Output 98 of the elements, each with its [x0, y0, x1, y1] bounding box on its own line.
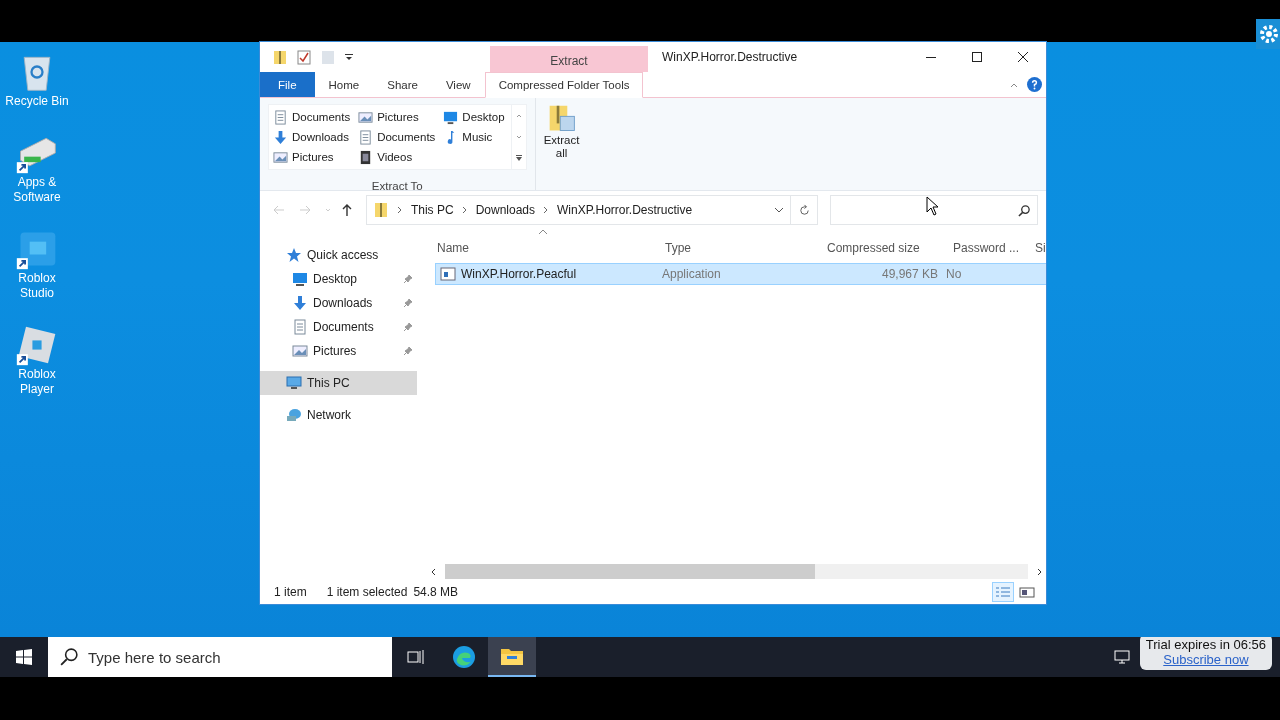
application-icon [440, 267, 456, 281]
scroll-left-icon[interactable] [430, 567, 438, 576]
column-header[interactable]: Compressed size [825, 241, 951, 255]
network-icon[interactable] [1113, 649, 1132, 665]
breadcrumb[interactable]: Downloads [475, 203, 535, 217]
dropdown-icon[interactable] [774, 206, 785, 214]
windows-icon [16, 649, 32, 665]
maximize-icon [971, 51, 983, 63]
pin-icon[interactable] [403, 346, 413, 356]
trial-text: Trial expires in 06:56 [1145, 637, 1266, 652]
desktop-icon-label[interactable]: Roblox Player [2, 367, 72, 397]
ribbon-tab[interactable]: Compressed Folder Tools [484, 72, 644, 98]
desktop-icon-label[interactable]: Apps & Software [2, 175, 72, 205]
pictures-icon [358, 109, 374, 125]
desktop-icon-label[interactable]: Roblox Studio [2, 271, 72, 301]
table-cell-text: No [946, 267, 963, 281]
window-title: WinXP.Horror.Destructive [661, 49, 799, 66]
status-size: 54.8 MB [413, 585, 459, 599]
details-view-icon [995, 586, 1011, 598]
browser-icon [452, 645, 476, 669]
documents-icon [273, 109, 288, 125]
status-item-count: 1 item [274, 585, 307, 599]
extract-destination[interactable]: Music [443, 127, 507, 147]
ribbon-tab[interactable]: View [431, 72, 485, 97]
documents-icon [358, 129, 374, 145]
mouse-cursor-icon [926, 196, 938, 216]
nav-item[interactable]: Network [260, 403, 417, 427]
desktop-icon [292, 271, 308, 287]
refresh-button[interactable] [790, 195, 819, 225]
ribbon-tab[interactable]: File [260, 72, 315, 97]
nav-item[interactable]: Pictures [260, 339, 417, 363]
extract-destination[interactable]: Documents [358, 127, 438, 147]
help-icon[interactable] [1027, 77, 1042, 92]
pin-icon[interactable] [403, 274, 413, 284]
chevron-icon[interactable] [461, 206, 468, 214]
column-header[interactable]: Name [435, 241, 663, 255]
extract-destination[interactable]: Documents [273, 107, 353, 127]
task-view-icon [407, 649, 425, 665]
file-explorer-button[interactable] [488, 637, 536, 677]
gallery-expand-icon[interactable] [514, 154, 523, 163]
breadcrumb[interactable]: WinXP.Horror.Destructive [557, 203, 693, 217]
scroll-right-icon[interactable] [1035, 567, 1043, 576]
table-cell-text: Application [662, 267, 722, 281]
gallery-scroll-down-icon[interactable] [514, 133, 523, 141]
large-icons-view-icon [1019, 586, 1035, 598]
status-selection: 1 item selected [326, 585, 408, 599]
address-bar[interactable]: This PC Downloads WinXP.Horror.Destructive [365, 195, 792, 225]
nav-item[interactable]: Quick access [260, 243, 417, 267]
pin-icon[interactable] [403, 298, 413, 308]
extract-destination[interactable]: Desktop [443, 107, 507, 127]
zip-folder-icon [372, 202, 389, 218]
zip-folder-icon[interactable] [272, 49, 288, 65]
column-header[interactable]: Type [663, 241, 825, 255]
refresh-icon [797, 203, 811, 217]
nav-item[interactable]: Documents [260, 315, 417, 339]
file-name: WinXP.Horror.Peacful [461, 267, 577, 281]
table-cell-text: 49,967 KB [880, 267, 939, 281]
search-field[interactable] [830, 195, 1038, 225]
nav-item[interactable]: Downloads [260, 291, 417, 315]
taskbar-search-field[interactable]: Type here to search [48, 637, 392, 677]
column-header[interactable]: Password ... [951, 241, 1033, 255]
network-icon [286, 407, 302, 423]
search-icon [60, 648, 78, 666]
pin-icon[interactable] [403, 322, 413, 332]
star-icon [286, 247, 302, 263]
documents-icon [292, 319, 308, 335]
extract-destination[interactable]: Videos [358, 147, 438, 167]
nav-item[interactable]: Desktop [260, 267, 417, 291]
context-tab-header: Extract [490, 46, 648, 72]
properties-icon[interactable] [296, 49, 312, 65]
chevron-icon[interactable] [396, 206, 403, 214]
extract-all-button[interactable]: Extract all [535, 98, 588, 166]
folder-icon [500, 646, 524, 666]
chevron-icon[interactable] [543, 206, 549, 214]
downloads-icon [273, 129, 288, 145]
desktop-icon [443, 109, 459, 125]
extract-destination[interactable]: Pictures [358, 107, 438, 127]
search-icon [1018, 203, 1031, 217]
ribbon-tab[interactable]: Share [373, 72, 432, 97]
extract-destination[interactable]: Downloads [273, 127, 353, 147]
pictures-icon [292, 343, 308, 359]
subscribe-link[interactable]: Subscribe now [1163, 652, 1249, 667]
settings-icon[interactable] [1256, 18, 1280, 50]
scrollbar-thumb[interactable] [445, 564, 815, 579]
file-row[interactable]: WinXP.Horror.Peacful Application 49,967 KB No [435, 263, 1046, 285]
close-icon [1017, 51, 1029, 63]
extract-destination[interactable]: Pictures [273, 147, 353, 167]
column-header[interactable]: Si [1033, 241, 1046, 255]
downloads-icon [292, 295, 308, 311]
sort-ascending-icon [538, 229, 548, 235]
dropdown-icon[interactable] [344, 52, 354, 62]
computer-icon [286, 375, 302, 391]
group-label: Extract To [371, 180, 423, 192]
nav-item[interactable]: This PC [260, 371, 417, 395]
music-icon [447, 129, 456, 145]
breadcrumb[interactable]: This PC [410, 203, 454, 217]
ribbon-tab[interactable]: Home [314, 72, 374, 97]
pictures-icon [273, 149, 288, 165]
